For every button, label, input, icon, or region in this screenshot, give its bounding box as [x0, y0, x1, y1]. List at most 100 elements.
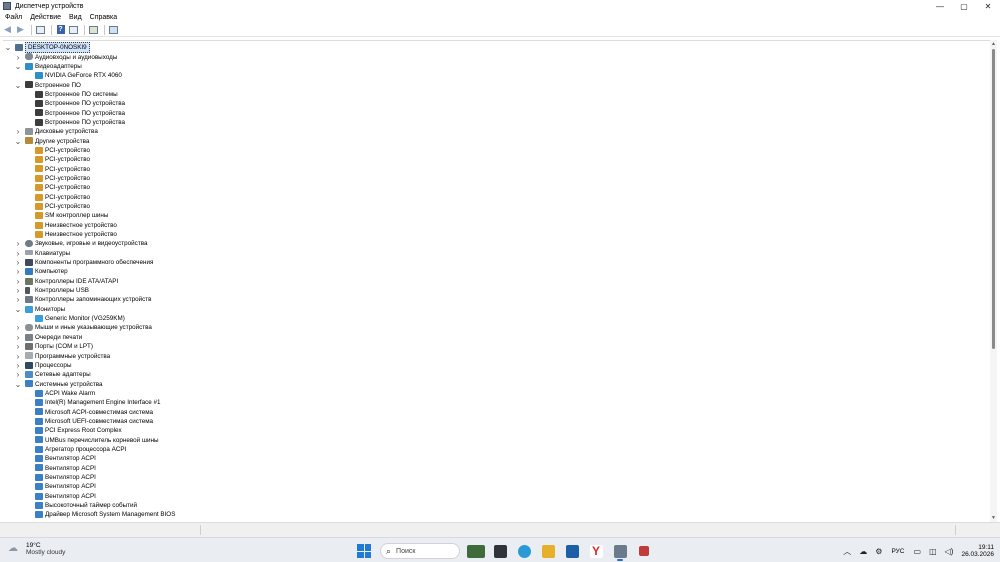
chevron-right-icon[interactable]: › [14, 249, 22, 258]
chevron-right-icon[interactable]: › [14, 53, 22, 62]
tree-category[interactable]: › Мыши и иные указывающие устройства [3, 323, 988, 332]
tree-category[interactable]: ⌄ Системные устройства [3, 379, 988, 389]
tree-device[interactable]: PCI-устройство [3, 155, 988, 164]
tree-device[interactable]: Microsoft UEFI-совместимая система [3, 417, 988, 426]
chevron-right-icon[interactable]: › [14, 267, 22, 276]
store-button[interactable] [563, 542, 581, 560]
chevron-down-icon[interactable]: ⌄ [14, 137, 22, 146]
menu-file[interactable]: Файл [2, 14, 25, 21]
chevron-down-icon[interactable]: ⌄ [14, 380, 22, 389]
tree-device[interactable]: Intel(R) Management Engine Interface #1 [3, 398, 988, 407]
chevron-right-icon[interactable]: › [14, 333, 22, 342]
back-icon[interactable]: ◀ [2, 24, 13, 35]
close-button[interactable]: ✕ [976, 0, 1000, 12]
menu-action[interactable]: Действие [27, 14, 64, 21]
chevron-right-icon[interactable]: › [14, 323, 22, 332]
clock[interactable]: 19:11 26.03.2026 [961, 544, 994, 558]
chevron-right-icon[interactable]: › [14, 239, 22, 248]
cloud-sync-icon[interactable]: ☁ [859, 547, 867, 556]
tree-device[interactable]: PCI-устройство [3, 164, 988, 173]
tree-device[interactable]: Встроенное ПО системы [3, 90, 988, 99]
tree-category[interactable]: › Аудиовходы и аудиовыходы [3, 52, 988, 62]
tree-device[interactable]: Встроенное ПО устройства [3, 108, 988, 117]
vertical-scrollbar[interactable]: ▲ ▼ [990, 40, 997, 522]
chevron-down-icon[interactable]: ⌄ [14, 62, 22, 71]
tree-device[interactable]: Драйвер Microsoft System Management BIOS [3, 510, 988, 519]
weather-widget[interactable]: ☁ 19°C Mostly cloudy [8, 542, 65, 556]
tree-device[interactable]: Вентилятор ACPI [3, 473, 988, 482]
tree-device[interactable]: PCI-устройство [3, 193, 988, 202]
tree-device[interactable]: Высокоточный таймер событий [3, 501, 988, 510]
tree-device[interactable]: Встроенное ПО устройства [3, 99, 988, 108]
app-taskbar-button[interactable] [635, 542, 653, 560]
network-icon[interactable]: ◫ [929, 547, 937, 556]
monitor-icon[interactable] [108, 24, 119, 35]
tree-device[interactable]: PCI-устройство [3, 174, 988, 183]
tree-category[interactable]: › Контроллеры USB [3, 286, 988, 295]
tree-category[interactable]: › Компоненты программного обеспечения [3, 258, 988, 267]
view-icon[interactable] [68, 24, 79, 35]
settings-icon[interactable]: ⚙ [875, 547, 882, 556]
tree-device[interactable]: PCI-устройство [3, 146, 988, 155]
scroll-up-icon[interactable]: ▲ [990, 40, 997, 48]
start-button[interactable] [355, 542, 373, 560]
properties-icon[interactable] [35, 24, 46, 35]
tree-device[interactable]: Вентилятор ACPI [3, 463, 988, 472]
edge-button[interactable] [515, 542, 533, 560]
forward-icon[interactable]: ▶ [15, 24, 26, 35]
tree-category[interactable]: › Компьютер [3, 267, 988, 276]
chevron-right-icon[interactable]: › [14, 277, 22, 286]
scrollbar-thumb[interactable] [992, 49, 995, 349]
yandex-browser-button[interactable]: Y [587, 542, 605, 560]
chevron-right-icon[interactable]: › [14, 352, 22, 361]
tree-device[interactable]: Вентилятор ACPI [3, 482, 988, 491]
tree-device[interactable]: Generic Monitor (VG259KM) [3, 314, 988, 323]
tree-category[interactable]: › Контроллеры запоминающих устройств [3, 295, 988, 304]
device-tree-pane[interactable]: ⌄ DESKTOP-0NOSKI9 › Аудиовходы и аудиовыход… [3, 40, 997, 522]
explorer-button[interactable] [539, 542, 557, 560]
tree-device[interactable]: UMBus перечислитель корневой шины [3, 435, 988, 444]
chevron-up-icon[interactable]: ︿ [843, 546, 851, 557]
maximize-button[interactable]: ▢ [952, 0, 976, 12]
update-driver-icon[interactable] [88, 24, 99, 35]
tree-category[interactable]: › Клавиатуры [3, 249, 988, 258]
chevron-right-icon[interactable]: › [14, 258, 22, 267]
scroll-down-icon[interactable]: ▼ [990, 514, 997, 522]
tree-device[interactable]: ACPI Wake Alarm [3, 389, 988, 398]
tree-device[interactable]: PCI-устройство [3, 202, 988, 211]
tree-device[interactable]: Неизвестное устройство [3, 230, 988, 239]
tree-category[interactable]: ⌄ Мониторы [3, 305, 988, 314]
chevron-down-icon[interactable]: ⌄ [4, 43, 12, 52]
tree-device[interactable]: Вентилятор ACPI [3, 454, 988, 463]
tree-device[interactable]: PCI Express Root Complex [3, 426, 988, 435]
chevron-down-icon[interactable]: ⌄ [14, 305, 22, 314]
tree-category[interactable]: › Сетевые адаптеры [3, 370, 988, 379]
display-icon[interactable]: ▭ [914, 547, 922, 556]
widgets-button[interactable] [467, 542, 485, 560]
tree-device[interactable]: Агрегатор процессора ACPI [3, 445, 988, 454]
minimize-button[interactable]: — [928, 0, 952, 12]
tree-category[interactable]: › Порты (COM и LPT) [3, 342, 988, 351]
chevron-down-icon[interactable]: ⌄ [14, 81, 22, 90]
tree-device[interactable]: Встроенное ПО устройства [3, 118, 988, 127]
tree-root[interactable]: ⌄ DESKTOP-0NOSKI9 [3, 42, 988, 54]
tree-device[interactable]: NVIDIA GeForce RTX 4060 [3, 71, 988, 80]
taskbar-search[interactable]: ⌕ Поиск [380, 543, 460, 559]
tree-device[interactable]: SM контроллер шины [3, 211, 988, 220]
tree-category[interactable]: ⌄ Видеоадаптеры [3, 62, 988, 71]
tree-category[interactable]: › Процессоры [3, 361, 988, 370]
tree-category[interactable]: › Программные устройства [3, 351, 988, 361]
tree-category[interactable]: ⌄ Другие устройства [3, 136, 988, 146]
help-icon[interactable]: ? [55, 24, 66, 35]
title-bar[interactable]: Диспетчер устройств — ▢ ✕ [0, 0, 1000, 12]
tree-category[interactable]: › Дисковые устройства [3, 127, 988, 136]
tree-device[interactable]: Неизвестное устройство [3, 221, 988, 230]
tree-device[interactable]: Вентилятор ACPI [3, 492, 988, 501]
tree-category[interactable]: › Контроллеры IDE ATA/ATAPI [3, 277, 988, 286]
volume-icon[interactable]: ◁) [945, 547, 954, 556]
tree-device[interactable]: PCI-устройство [3, 183, 988, 192]
tree-category[interactable]: ⌄ Встроенное ПО [3, 80, 988, 90]
chevron-right-icon[interactable]: › [14, 342, 22, 351]
taskview-button[interactable] [491, 542, 509, 560]
tree-category[interactable]: › Звуковые, игровые и видеоустройства [3, 239, 988, 248]
